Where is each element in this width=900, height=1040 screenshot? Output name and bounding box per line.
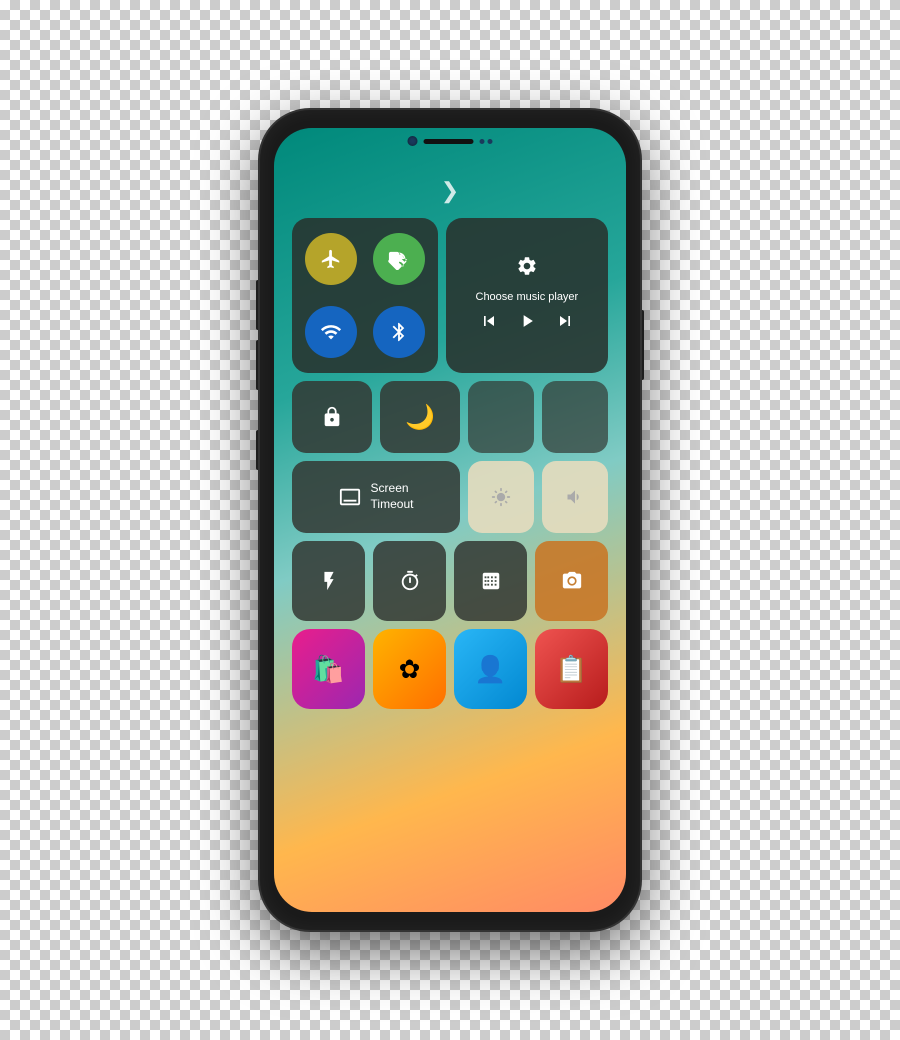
front-camera [408, 136, 418, 146]
toggle-row: 🌙 [292, 381, 460, 453]
pull-down-indicator[interactable]: ❯ [441, 178, 459, 204]
slider-top-row [468, 381, 608, 453]
screen-timeout-label: Screen Timeout [371, 481, 414, 512]
calculator-button[interactable] [454, 541, 527, 621]
rotation-lock-button[interactable] [292, 381, 372, 453]
airplane-mode-button[interactable] [305, 233, 357, 285]
music-player-label: Choose music player [476, 291, 579, 303]
phone-notch [408, 136, 493, 146]
auto-rotate-button[interactable] [373, 233, 425, 285]
music-controls [479, 311, 575, 336]
row-utility [292, 541, 608, 621]
galaxy-store-button[interactable]: 🛍️ [292, 629, 365, 709]
timer-button[interactable] [373, 541, 446, 621]
control-panel: Choose music player [292, 218, 608, 882]
row-toggles-sliders: 🌙 Screen Timeout [292, 381, 608, 533]
volume-slider[interactable] [542, 461, 608, 533]
flashlight-button[interactable] [292, 541, 365, 621]
empty-tile-1 [468, 381, 534, 453]
connectivity-grid [292, 218, 438, 373]
slider-bottom-row [468, 461, 608, 533]
themes-button[interactable]: 👤 [454, 629, 527, 709]
music-settings-icon[interactable] [516, 255, 538, 283]
play-button[interactable] [517, 311, 537, 336]
bixby-routines-button[interactable]: ✿ [373, 629, 446, 709]
row-apps: 🛍️ ✿ 👤 📋 [292, 629, 608, 709]
bluetooth-button[interactable] [373, 306, 425, 358]
phone-screen: ❯ [274, 128, 626, 912]
empty-tile-2 [542, 381, 608, 453]
sensor-dot-2 [488, 139, 493, 144]
sensors [480, 139, 493, 144]
sliders-col [468, 381, 608, 533]
sensor-dot-1 [480, 139, 485, 144]
toggles-col: 🌙 Screen Timeout [292, 381, 460, 533]
forward-button[interactable] [555, 311, 575, 336]
power-button[interactable] [640, 310, 644, 380]
music-player-panel[interactable]: Choose music player [446, 218, 608, 373]
row-connectivity-music: Choose music player [292, 218, 608, 373]
screen-timeout-button[interactable]: Screen Timeout [292, 461, 460, 533]
earpiece [424, 139, 474, 144]
rewind-button[interactable] [479, 311, 499, 336]
wifi-button[interactable] [305, 306, 357, 358]
brightness-slider[interactable] [468, 461, 534, 533]
night-mode-button[interactable]: 🌙 [380, 381, 460, 453]
camera-button[interactable] [535, 541, 608, 621]
notes-button[interactable]: 📋 [535, 629, 608, 709]
phone-frame: ❯ [260, 110, 640, 930]
